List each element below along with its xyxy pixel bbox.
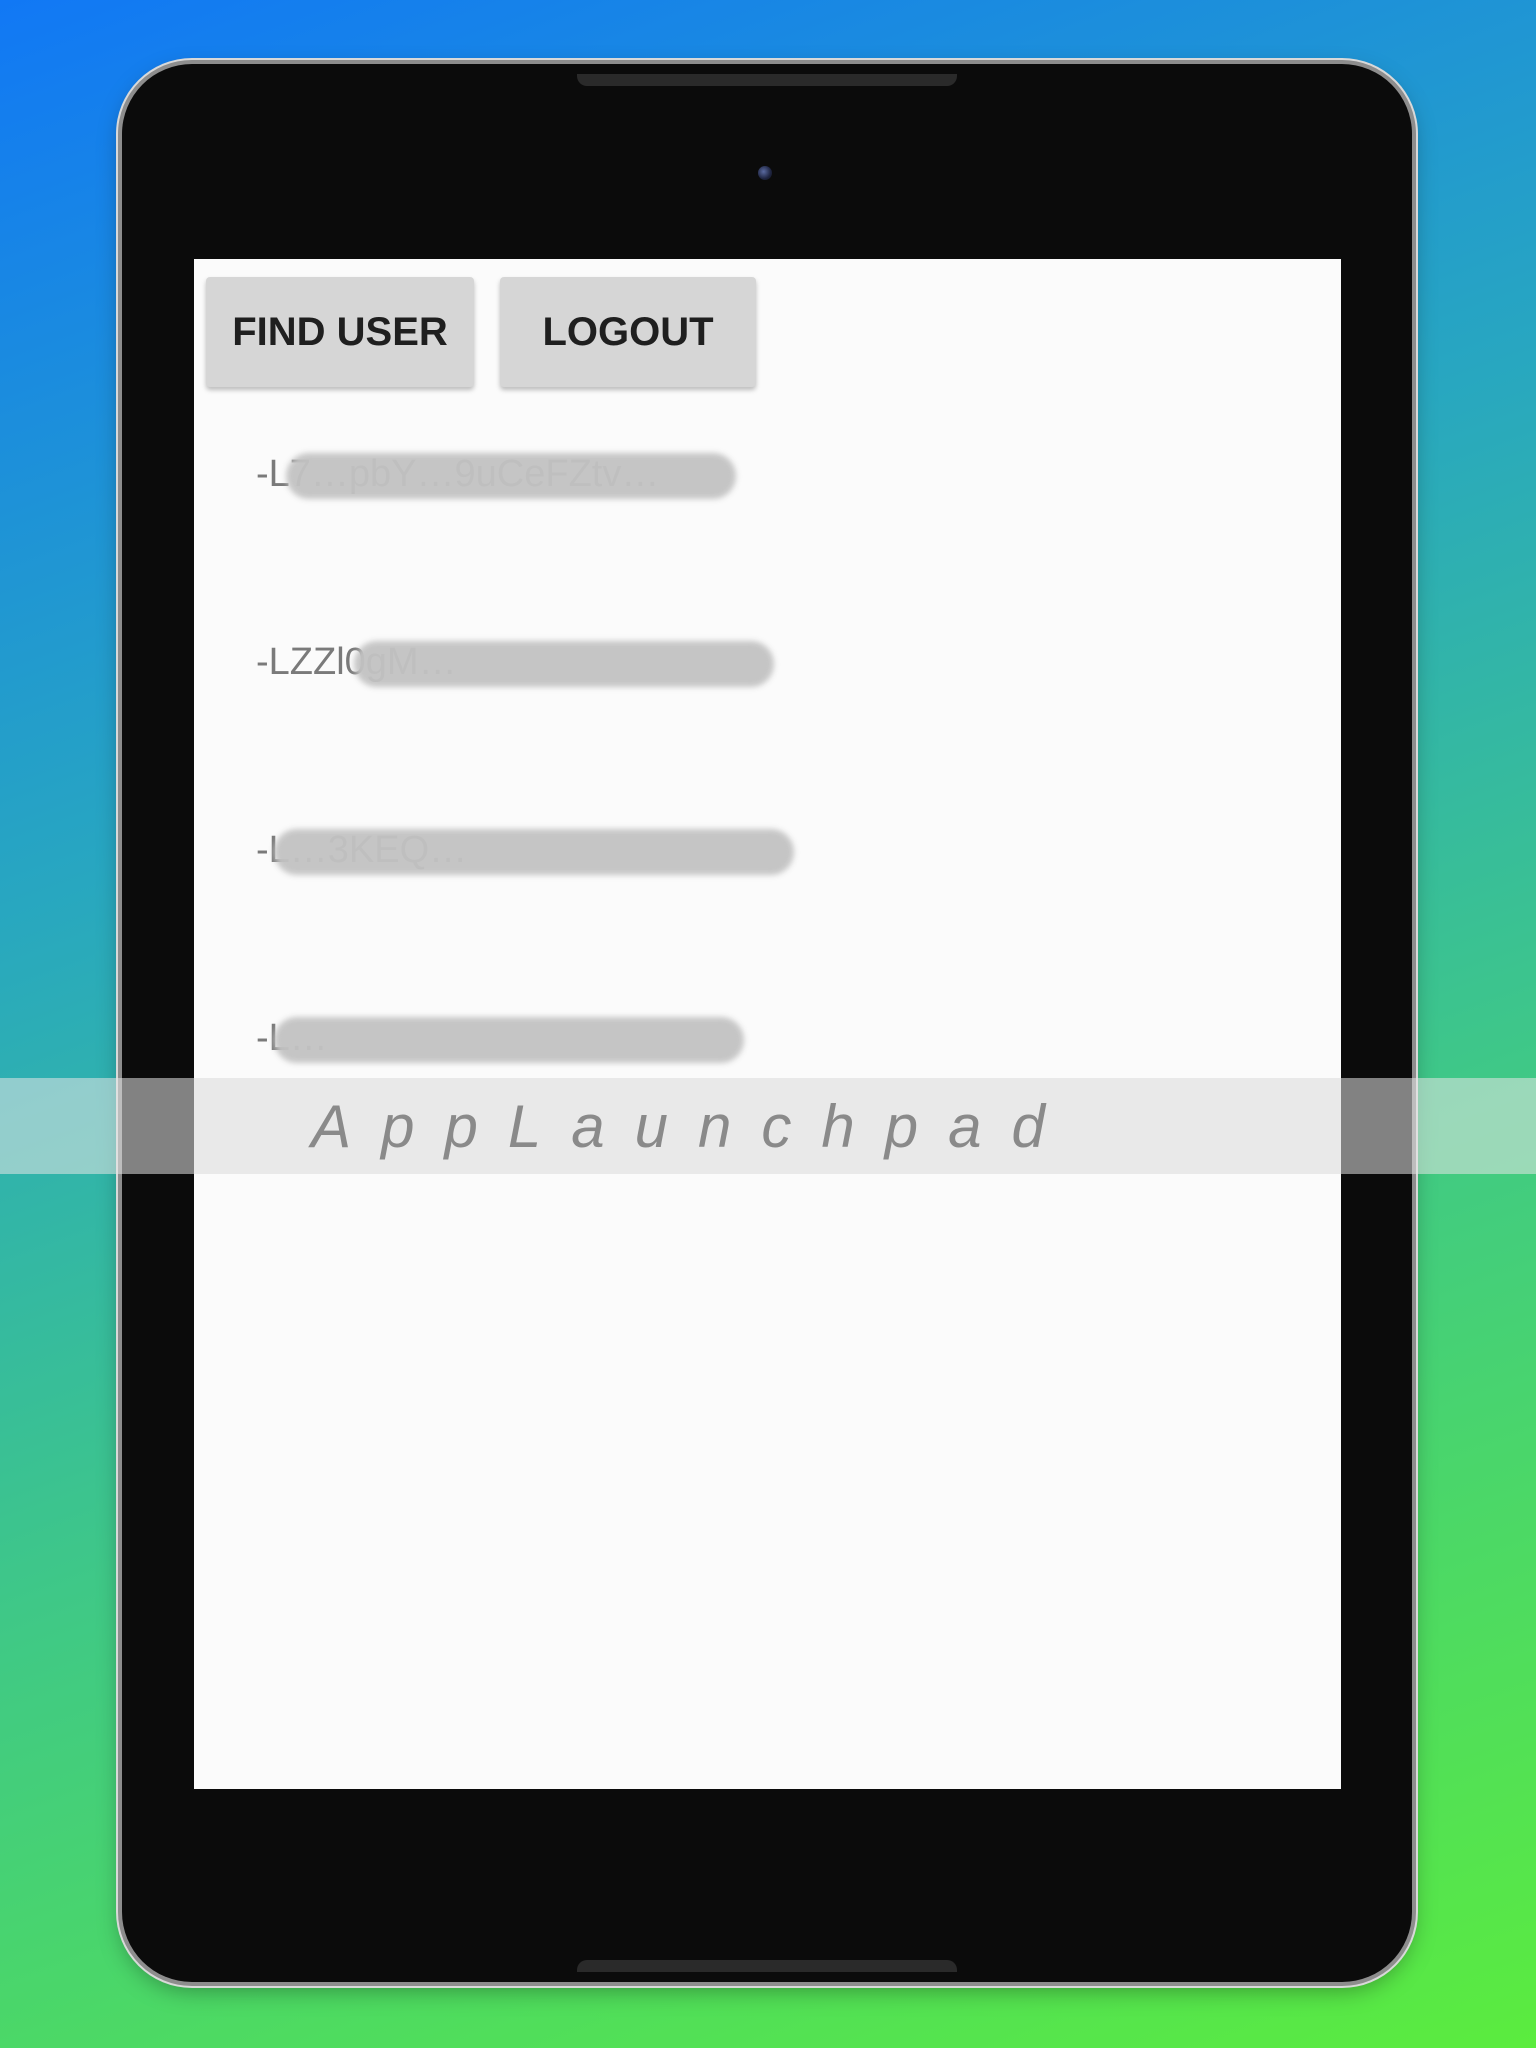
tablet-frame: FIND USER LOGOUT -L7…pbY…9uCeFZtv… -LZZl… <box>122 64 1412 1982</box>
list-item[interactable]: -L7…pbY…9uCeFZtv… <box>194 429 1341 617</box>
redaction-blur <box>274 1017 744 1063</box>
redaction-blur <box>274 829 794 875</box>
camera-icon <box>758 166 772 180</box>
speaker-top <box>577 74 957 86</box>
find-user-button[interactable]: FIND USER <box>206 277 474 387</box>
app-screen: FIND USER LOGOUT -L7…pbY…9uCeFZtv… -LZZl… <box>194 259 1341 1789</box>
redaction-blur <box>286 453 736 499</box>
watermark-banner: AppLaunchpad <box>0 1078 1536 1174</box>
speaker-bottom <box>577 1960 957 1972</box>
user-list: -L7…pbY…9uCeFZtv… -LZZl0gM… -L…3KEQ… -L… <box>194 429 1341 1181</box>
watermark-text: AppLaunchpad <box>311 1092 1075 1160</box>
logout-button[interactable]: LOGOUT <box>500 277 756 387</box>
list-item[interactable]: -LZZl0gM… <box>194 617 1341 805</box>
list-item[interactable]: -L…3KEQ… <box>194 805 1341 993</box>
redaction-blur <box>354 641 774 687</box>
